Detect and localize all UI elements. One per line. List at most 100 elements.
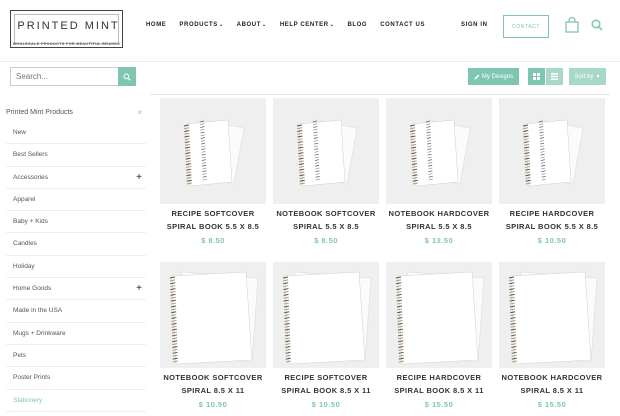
sidebar-item-apparel[interactable]: Apparel (6, 189, 146, 212)
product-title[interactable]: NOTEBOOK SOFTCOVER SPIRAL 8.5 X 11 (160, 372, 266, 397)
product-title[interactable]: NOTEBOOK HARDCOVER SPIRAL 5.5 X 8.5 (386, 208, 492, 233)
nav-item-contact-us[interactable]: CONTACT US (380, 22, 425, 28)
product-image[interactable] (273, 262, 379, 368)
product-card[interactable]: RECIPE HARDCOVER SPIRAL BOOK 8.5 X 11 $ 15… (386, 262, 492, 409)
sidebar-item-accessories[interactable]: Accessories + (6, 167, 146, 189)
product-title[interactable]: RECIPE HARDCOVER SPIRAL BOOK 8.5 X 11 (386, 372, 492, 397)
nav-item-label: HOME (146, 22, 167, 28)
sidebar-heading-label: Printed Mint Products (6, 109, 73, 116)
sidebar-item-pets[interactable]: Pets (6, 345, 146, 368)
nav-item-home[interactable]: HOME (146, 22, 166, 28)
product-title[interactable]: NOTEBOOK HARDCOVER SPIRAL 8.5 X 11 (499, 372, 605, 397)
nav-item-products[interactable]: PRODUCTS ⌄ (179, 22, 223, 28)
nav-item-label: HELP CENTER (279, 22, 329, 28)
my-designs-label: My Designs (481, 73, 514, 80)
product-card[interactable]: RECIPE HARDCOVER SPIRAL BOOK 5.5 X 8.5 $ 1… (499, 98, 605, 245)
category-sidebar: Printed Mint Products × New Best Sellers A… (6, 104, 146, 412)
product-price: $ 8.50 (314, 236, 338, 245)
product-title-line-1: RECIPE HARDCOVER (509, 209, 595, 218)
product-title[interactable]: RECIPE HARDCOVER SPIRAL BOOK 5.5 X 8.5 (499, 208, 605, 233)
close-icon[interactable]: × (137, 104, 142, 122)
sidebar-item-label: Baby + Kids (13, 218, 48, 226)
product-price: $ 8.50 (201, 236, 225, 245)
notebook-image (395, 271, 485, 365)
logo-tagline: WHOLESALE PRODUCTS for BEAUTIFUL BRANDS (12, 42, 121, 46)
logo-frame: PRINTED MINT (14, 14, 119, 44)
product-title-line-2: SPIRAL 5.5 X 8.5 (293, 221, 359, 231)
product-card[interactable]: RECIPE SOFTCOVER SPIRAL BOOK 5.5 X 8.5 $ 8… (160, 98, 266, 245)
notebook-image (522, 119, 584, 187)
product-image[interactable] (386, 262, 492, 368)
sign-in-link[interactable]: SIGN IN (461, 22, 488, 28)
product-price: $ 10.50 (537, 236, 567, 245)
sidebar-item-home-goods[interactable]: Home Goods + (6, 278, 146, 301)
product-title-line-2: SPIRAL BOOK 5.5 X 8.5 (505, 221, 599, 231)
product-title-line-1: NOTEBOOK SOFTCOVER (276, 209, 376, 218)
expand-plus-icon[interactable]: + (136, 167, 142, 189)
sidebar-item-mugs-drinkware[interactable]: Mugs + Drinkware (6, 323, 146, 345)
notebook-image (169, 271, 259, 365)
sidebar-item-label: Home Goods (13, 285, 52, 293)
product-title-line-1: NOTEBOOK HARDCOVER (501, 373, 603, 382)
product-image[interactable] (386, 98, 492, 204)
chevron-down-icon: ▼ (595, 73, 601, 80)
product-image[interactable] (499, 98, 605, 204)
product-title[interactable]: RECIPE SOFTCOVER SPIRAL BOOK 5.5 X 8.5 (160, 208, 266, 233)
product-card[interactable]: RECIPE SOFTCOVER SPIRAL BOOK 8.5 X 11 $ 10… (273, 262, 379, 409)
expand-plus-icon[interactable]: + (136, 278, 142, 300)
grid-icon (533, 73, 540, 80)
product-image[interactable] (273, 98, 379, 204)
sort-by-label: Sort by (574, 73, 594, 80)
logo-word-mint: MINT (84, 20, 120, 32)
list-view-button[interactable] (546, 68, 563, 85)
product-card[interactable]: NOTEBOOK SOFTCOVER SPIRAL 5.5 X 8.5 $ 8.50 (273, 98, 379, 245)
shopping-bag-icon[interactable] (565, 17, 579, 33)
my-designs-button[interactable]: My Designs (468, 68, 519, 85)
product-search (10, 67, 136, 86)
sidebar-item-stationery[interactable]: Stationery (6, 390, 146, 412)
product-title[interactable]: RECIPE SOFTCOVER SPIRAL BOOK 8.5 X 11 (273, 372, 379, 397)
search-input[interactable] (10, 67, 118, 86)
product-title-line-2: SPIRAL 8.5 X 11 (181, 385, 245, 395)
nav-item-label: ABOUT (236, 22, 262, 28)
product-title-line-1: RECIPE SOFTCOVER (171, 209, 255, 218)
product-title-line-2: SPIRAL BOOK 8.5 X 11 (394, 385, 484, 395)
product-image[interactable] (499, 262, 605, 368)
sidebar-item-label: New (13, 129, 27, 136)
sidebar-item-made-in-the-usa[interactable]: Made in the USA (6, 300, 146, 323)
product-card[interactable]: NOTEBOOK SOFTCOVER SPIRAL 8.5 X 11 $ 10.50 (160, 262, 266, 409)
product-card[interactable]: NOTEBOOK HARDCOVER SPIRAL 8.5 X 11 $ 15.50 (499, 262, 605, 409)
product-card[interactable]: NOTEBOOK HARDCOVER SPIRAL 5.5 X 8.5 $ 13.5… (386, 98, 492, 245)
search-button[interactable] (118, 67, 136, 86)
sidebar-item-label: Best Sellers (13, 151, 48, 159)
main-nav: HOME PRODUCTS ⌄ ABOUT ⌄ HELP CENTER ⌄ BLOG CONTA… (146, 22, 438, 28)
sidebar-item-label: Made in the USA (13, 307, 63, 315)
sidebar-item-poster-prints[interactable]: Poster Prints (6, 367, 146, 390)
nav-item-blog[interactable]: BLOG (347, 22, 367, 28)
product-title-line-2: SPIRAL 8.5 X 11 (520, 385, 584, 395)
sort-by-dropdown[interactable]: Sort by ▼ (569, 68, 606, 85)
sidebar-item-label: Stationery (13, 396, 43, 404)
product-image[interactable] (160, 98, 266, 204)
nav-item-help-center[interactable]: HELP CENTER ⌄ (280, 22, 335, 28)
product-title-line-2: SPIRAL BOOK 8.5 X 11 (281, 385, 371, 395)
sidebar-item-holiday[interactable]: Holiday (6, 256, 146, 279)
sidebar-item-label: Holiday (13, 262, 35, 270)
sidebar-list: New Best Sellers Accessories + Apparel Baby +… (6, 122, 146, 412)
product-price: $ 15.50 (537, 400, 567, 409)
nav-item-about[interactable]: ABOUT ⌄ (237, 22, 267, 28)
grid-view-button[interactable] (528, 68, 545, 85)
sidebar-item-best-sellers[interactable]: Best Sellers (6, 144, 146, 167)
pencil-icon (474, 74, 480, 79)
sidebar-item-candles[interactable]: Candles (6, 233, 146, 256)
product-title[interactable]: NOTEBOOK SOFTCOVER SPIRAL 5.5 X 8.5 (273, 208, 379, 233)
contact-button[interactable]: CONTACT (503, 15, 549, 38)
sidebar-item-baby-kids[interactable]: Baby + Kids (6, 211, 146, 234)
product-title-line-1: RECIPE SOFTCOVER (284, 373, 368, 382)
sidebar-item-new[interactable]: New (6, 122, 146, 145)
product-price: $ 10.50 (198, 400, 228, 409)
product-image[interactable] (160, 262, 266, 368)
nav-item-label: CONTACT US (380, 22, 426, 28)
sidebar-heading[interactable]: Printed Mint Products × (6, 104, 146, 122)
search-icon[interactable] (591, 19, 603, 31)
